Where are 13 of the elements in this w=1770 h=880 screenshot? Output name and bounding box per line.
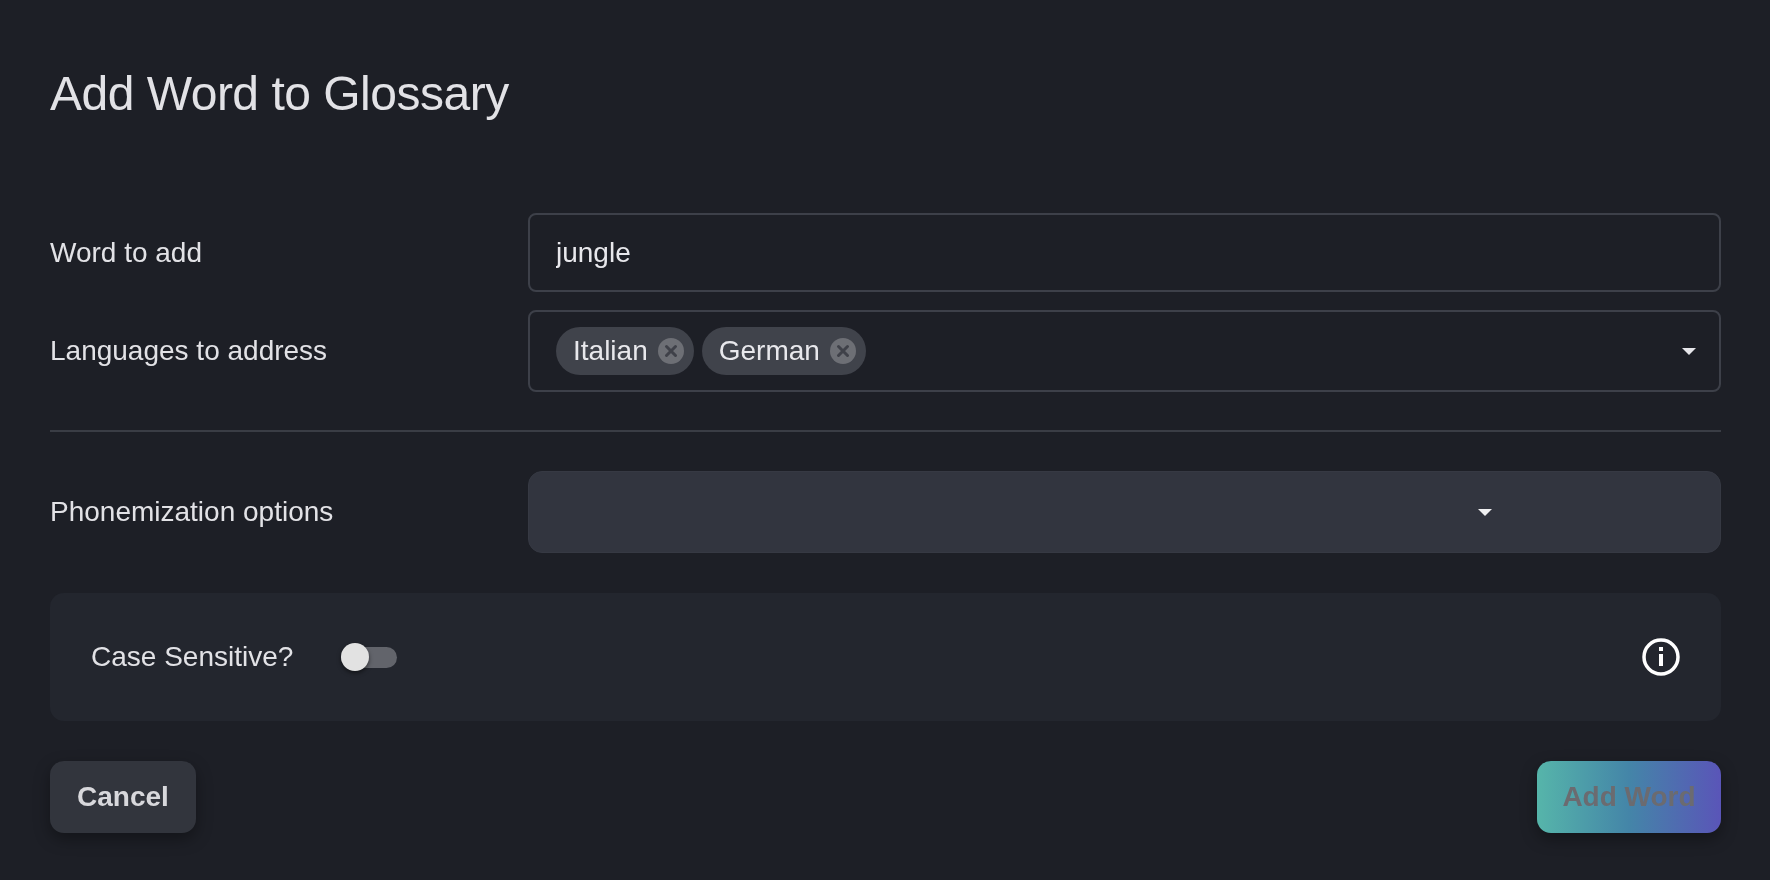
toggle-label: Case Sensitive? [91, 641, 294, 673]
chip-label: German [718, 335, 820, 367]
chip-label: Italian [573, 335, 648, 367]
field-label: Word to add [50, 236, 204, 269]
field-label: Phonemization options [50, 496, 335, 528]
dropdown-caret-icon[interactable] [1681, 346, 1697, 356]
dialog-title: Add Word to Glossary [50, 66, 510, 122]
info-icon[interactable] [1641, 637, 1681, 677]
cancel-button[interactable]: Cancel [50, 761, 196, 833]
field-label: Languages to address [50, 335, 329, 367]
word-input[interactable]: jungle [528, 213, 1721, 292]
language-select[interactable]: Italian German [528, 310, 1721, 392]
dropdown-caret-icon [1478, 507, 1492, 517]
